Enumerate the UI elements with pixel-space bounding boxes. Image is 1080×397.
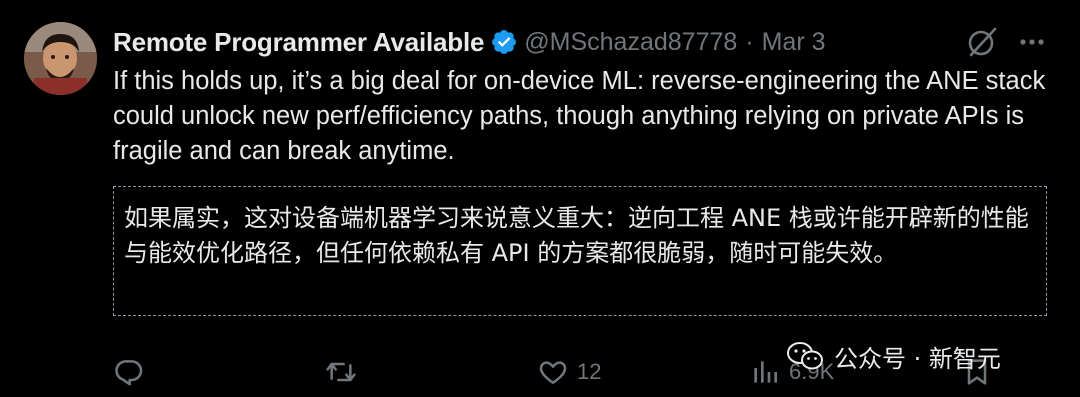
user-handle[interactable]: @MSchazad87778 bbox=[524, 28, 737, 57]
more-options-icon[interactable] bbox=[1016, 26, 1048, 58]
watermark-text: 公众号 · 新智元 bbox=[834, 344, 1001, 373]
verified-badge-icon bbox=[490, 28, 518, 56]
separator-dot: · bbox=[745, 27, 754, 56]
tweet-card[interactable]: Remote Programmer Available @MSchazad877… bbox=[0, 0, 1080, 397]
reply-button[interactable] bbox=[113, 354, 145, 390]
retweet-icon bbox=[325, 356, 357, 388]
views-icon bbox=[749, 356, 781, 388]
heart-icon bbox=[537, 356, 569, 388]
retweet-button[interactable] bbox=[325, 354, 357, 390]
translation-text: 如果属实，这对设备端机器学习来说意义重大：逆向工程 ANE 栈或许能开辟新的性能… bbox=[124, 204, 1029, 267]
watermark: 公众号 · 新智元 bbox=[786, 336, 1001, 376]
display-name[interactable]: Remote Programmer Available bbox=[113, 27, 484, 58]
wechat-icon bbox=[786, 340, 824, 372]
tweet-date[interactable]: Mar 3 bbox=[762, 28, 826, 57]
tweet-header: Remote Programmer Available @MSchazad877… bbox=[113, 24, 826, 60]
grok-icon[interactable] bbox=[964, 24, 1000, 60]
like-count: 12 bbox=[577, 359, 602, 384]
like-button[interactable]: 12 bbox=[537, 354, 601, 390]
translation-box: 如果属实，这对设备端机器学习来说意义重大：逆向工程 ANE 栈或许能开辟新的性能… bbox=[113, 186, 1047, 316]
reply-icon bbox=[113, 356, 145, 388]
avatar-image bbox=[24, 22, 97, 95]
tweet-text: If this holds up, it’s a big deal for on… bbox=[113, 67, 1046, 165]
avatar[interactable] bbox=[24, 22, 97, 95]
